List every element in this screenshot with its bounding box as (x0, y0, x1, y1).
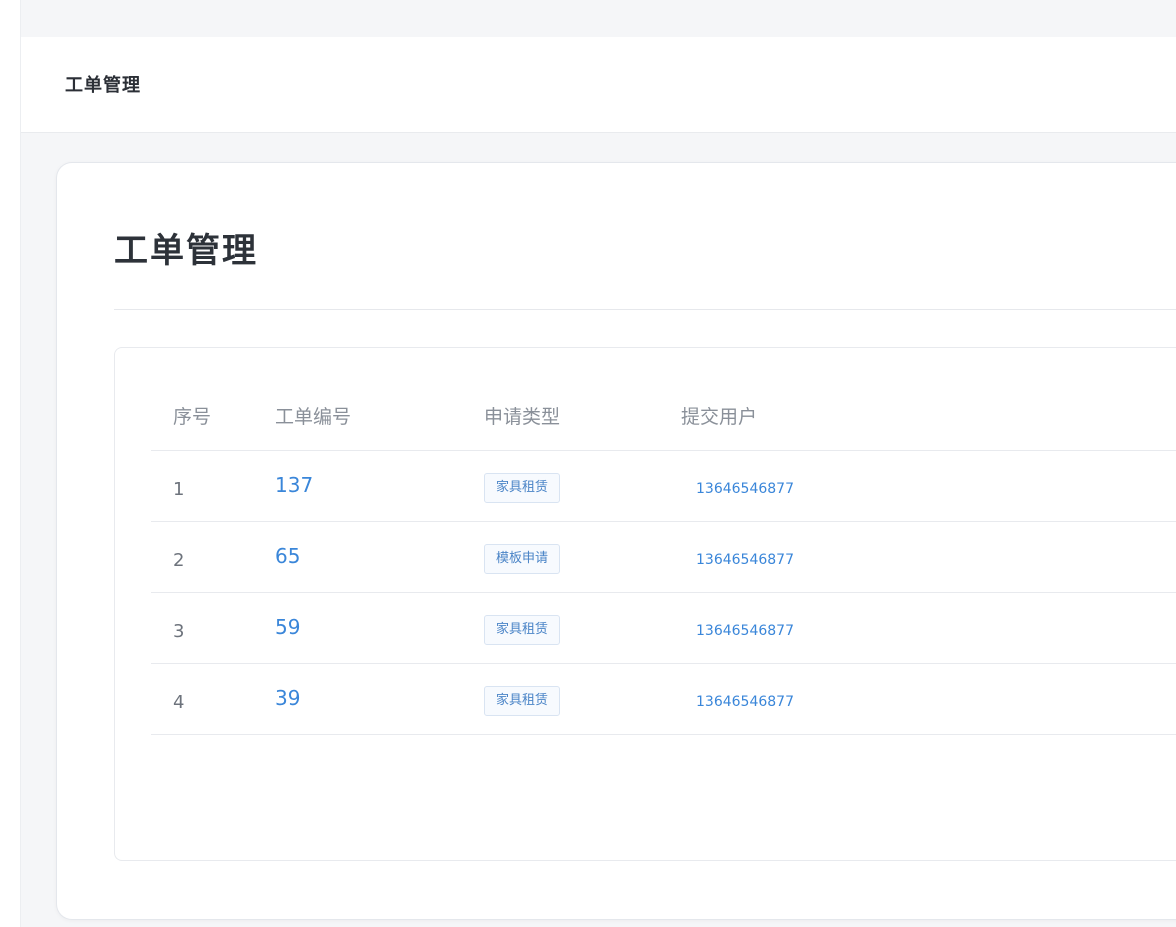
work-order-table: 序号 工单编号 申请类型 提交用户 1 137 家具租赁 13646546877… (114, 347, 1176, 861)
table-row: 4 39 家具租赁 13646546877 (151, 664, 1176, 735)
type-tag: 家具租赁 (484, 686, 561, 716)
order-number-link[interactable]: 137 (275, 473, 313, 497)
order-number-link[interactable]: 39 (275, 686, 300, 710)
column-header-order-no: 工单编号 (275, 406, 352, 428)
page-header-title: 工单管理 (65, 75, 141, 96)
user-link[interactable]: 13646546877 (696, 552, 794, 568)
row-index: 4 (173, 692, 185, 713)
user-link[interactable]: 13646546877 (696, 481, 794, 497)
order-number-link[interactable]: 65 (275, 544, 300, 568)
user-link[interactable]: 13646546877 (696, 623, 794, 639)
row-index: 3 (173, 621, 185, 642)
column-header-type: 申请类型 (484, 406, 561, 428)
app-frame: 工单管理 工单管理 序号 工单编号 申请类型 提交用户 1 137 家具租赁 1… (20, 0, 1176, 927)
table-row: 2 65 模板申请 13646546877 (151, 522, 1176, 593)
row-index: 2 (173, 550, 185, 571)
row-index: 1 (173, 479, 185, 500)
type-tag: 家具租赁 (484, 615, 561, 645)
content-card: 工单管理 序号 工单编号 申请类型 提交用户 1 137 家具租赁 136465… (56, 162, 1176, 920)
order-number-link[interactable]: 59 (275, 615, 300, 639)
table-header: 序号 工单编号 申请类型 提交用户 (151, 392, 1176, 451)
column-header-user: 提交用户 (681, 406, 758, 428)
column-header-index: 序号 (173, 406, 212, 428)
card-title: 工单管理 (114, 231, 258, 271)
card-divider (114, 309, 1176, 310)
user-link[interactable]: 13646546877 (696, 694, 794, 710)
table-row: 3 59 家具租赁 13646546877 (151, 593, 1176, 664)
table-row: 1 137 家具租赁 13646546877 (151, 451, 1176, 522)
type-tag: 模板申请 (484, 544, 561, 574)
type-tag: 家具租赁 (484, 473, 561, 503)
top-header: 工单管理 (21, 37, 1176, 133)
